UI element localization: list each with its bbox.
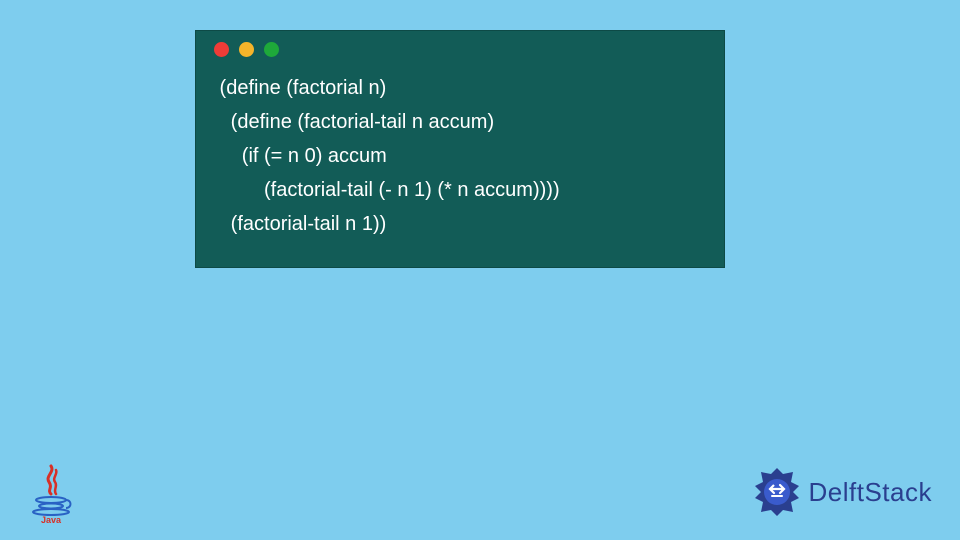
delftstack-text: DelftStack [809,477,933,508]
java-logo-text: Java [41,515,62,524]
window-titlebar [196,31,724,67]
java-logo-icon: Java [30,464,72,524]
delftstack-logo: DelftStack [751,466,933,518]
code-window: (define (factorial n) (define (factorial… [195,30,725,268]
code-block: (define (factorial n) (define (factorial… [196,67,724,249]
close-icon [214,42,229,57]
delftstack-icon [751,466,803,518]
maximize-icon [264,42,279,57]
minimize-icon [239,42,254,57]
